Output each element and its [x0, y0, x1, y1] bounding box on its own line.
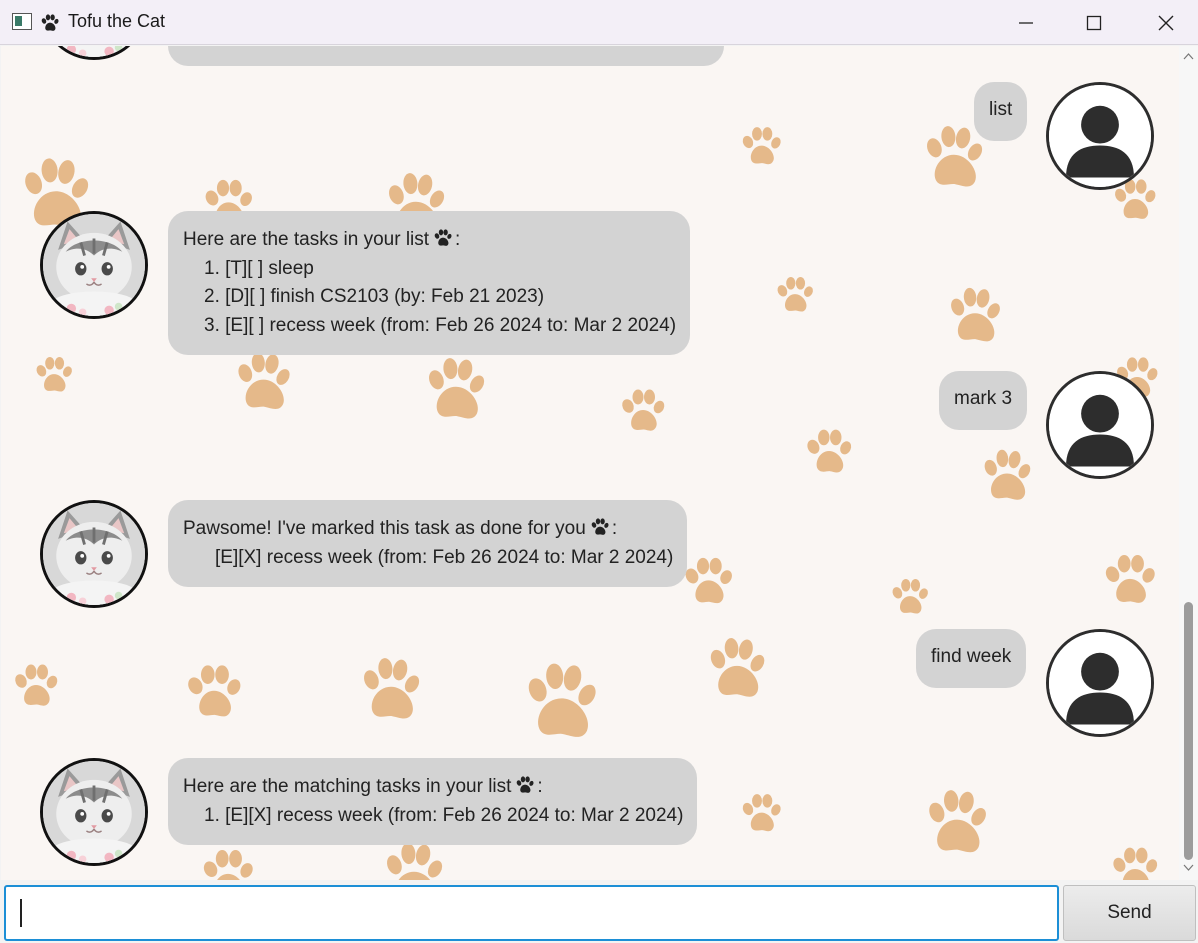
task-item: 1. [E][X] recess week (from: Feb 26 2024… — [204, 804, 684, 826]
paw-icon — [40, 13, 60, 33]
paw-print — [618, 386, 668, 436]
message-text: Here are the matching tasks in your list… — [183, 775, 543, 797]
close-button[interactable] — [1136, 0, 1196, 45]
message-input[interactable] — [4, 885, 1059, 941]
paw-print — [231, 351, 296, 416]
paw-print — [978, 448, 1036, 506]
scroll-up-icon[interactable] — [1183, 52, 1194, 60]
task-item: 1. [T][ ] sleep — [204, 257, 314, 279]
paw-print — [774, 274, 816, 316]
bot-avatar — [40, 758, 148, 866]
bot-message-bubble: Pawsome! I've marked this task as done f… — [168, 500, 687, 587]
paw-print — [1101, 551, 1159, 609]
user-avatar — [1046, 629, 1154, 737]
user-avatar — [1046, 82, 1154, 190]
paw-print — [421, 356, 491, 426]
maximize-icon — [1086, 15, 1102, 30]
scroll-thumb[interactable] — [1184, 602, 1193, 860]
title-bar: Tofu the Cat — [0, 0, 1198, 45]
maximize-button[interactable] — [1064, 0, 1124, 45]
paw-print — [379, 841, 449, 880]
app-icon — [12, 13, 32, 30]
paw-icon — [590, 517, 610, 537]
paw-print — [681, 554, 736, 609]
message-text: Pawsome! I've marked this task as done f… — [183, 517, 618, 539]
bot-avatar — [40, 46, 148, 60]
minimize-icon — [1019, 21, 1033, 24]
text-caret — [20, 899, 22, 927]
paw-print — [199, 846, 257, 880]
chat-area[interactable]: list Here are the tasks in your list: 1.… — [1, 46, 1179, 880]
bot-avatar — [40, 211, 148, 319]
user-message-bubble: find week — [916, 629, 1027, 688]
paw-print — [11, 661, 61, 711]
vertical-scrollbar[interactable] — [1179, 46, 1198, 880]
paw-print — [33, 354, 75, 396]
paw-print — [739, 124, 784, 169]
task-item: 2. [D][ ] finish CS2103 (by: Feb 21 2023… — [204, 286, 545, 307]
task-item: [E][X] recess week (from: Feb 26 2024 to… — [215, 546, 674, 568]
paw-print — [739, 791, 784, 836]
paw-icon — [515, 775, 535, 795]
window-title: Tofu the Cat — [68, 11, 166, 31]
input-area: Send — [0, 880, 1198, 943]
scroll-down-icon[interactable] — [1183, 864, 1194, 872]
bot-message-bubble: Here are the matching tasks in your list… — [168, 758, 697, 845]
paw-print — [703, 636, 771, 704]
send-button[interactable]: Send — [1063, 885, 1196, 941]
close-icon — [1158, 15, 1174, 30]
message-text: find week — [931, 646, 1012, 667]
bot-message-bubble-partial — [168, 46, 724, 66]
paw-print — [889, 576, 931, 618]
paw-print — [944, 286, 1006, 348]
user-avatar — [1046, 371, 1154, 479]
user-message-bubble: mark 3 — [939, 371, 1028, 430]
paw-print — [803, 426, 855, 478]
message-text: Here are the tasks in your list: — [183, 228, 461, 250]
paw-icon — [433, 228, 453, 248]
task-item: 3. [E][ ] recess week (from: Feb 26 2024… — [204, 314, 677, 336]
paw-print — [183, 661, 245, 723]
user-message-bubble: list — [974, 82, 1028, 141]
paw-print — [1109, 844, 1161, 880]
paw-print — [356, 656, 426, 726]
message-text: mark 3 — [954, 388, 1013, 409]
message-text: list — [989, 99, 1013, 120]
paw-print — [921, 788, 993, 860]
bot-message-bubble: Here are the tasks in your list: 1. [T][… — [168, 211, 690, 355]
minimize-button[interactable] — [996, 0, 1056, 45]
paw-print — [519, 661, 604, 746]
bot-avatar — [40, 500, 148, 608]
